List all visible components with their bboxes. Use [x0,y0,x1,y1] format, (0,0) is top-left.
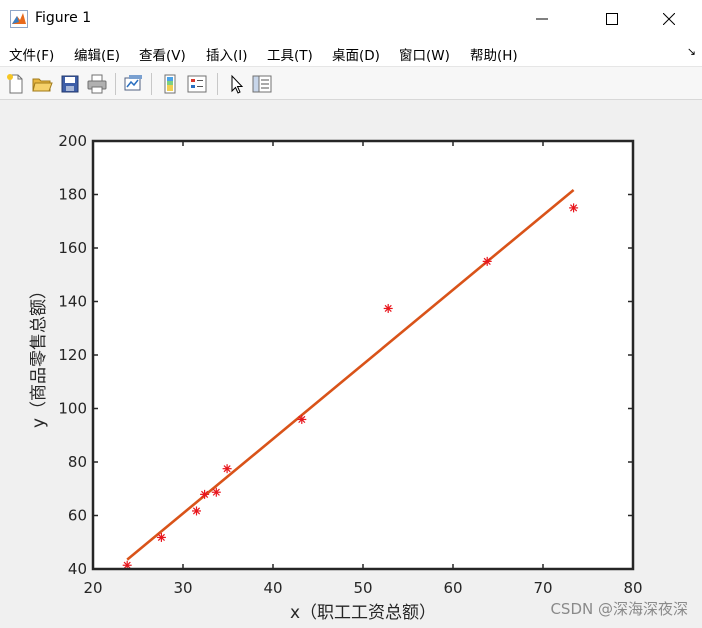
maximize-icon [606,13,618,25]
link-plot-icon[interactable] [122,73,144,95]
save-icon[interactable] [59,73,81,95]
minimize-icon [536,18,548,20]
y-tick-label: 40 [68,560,87,578]
close-button[interactable] [646,0,692,38]
title-bar: Figure 1 [0,0,702,38]
menu-window[interactable]: 窗口(W) [399,44,450,64]
menu-help[interactable]: 帮助(H) [470,44,518,64]
data-point [211,487,221,497]
watermark: CSDN @深海深夜深 [550,600,688,618]
toolbar-separator [151,73,152,95]
y-tick-label: 60 [68,507,87,525]
insert-legend-icon[interactable] [186,73,208,95]
menu-edit[interactable]: 编辑(E) [74,44,120,64]
x-tick-label: 80 [623,579,642,597]
menu-view[interactable]: 查看(V) [139,44,186,64]
dock-arrow-icon[interactable]: ↘ [687,45,696,58]
open-file-icon[interactable] [31,73,53,95]
maximize-button[interactable] [589,0,635,38]
insert-colorbar-icon[interactable] [159,73,181,95]
x-tick-label: 40 [263,579,282,597]
y-tick-label: 80 [68,453,87,471]
x-tick-label: 30 [173,579,192,597]
property-editor-icon[interactable] [251,73,273,95]
menu-insert[interactable]: 插入(I) [206,44,248,64]
figure-canvas: 20 30 40 50 60 70 80 40 60 80 100 120 140 160 180 200 x… [0,100,702,628]
y-tick-label: 160 [58,239,87,257]
toolbar-separator [115,73,116,95]
window-title: Figure 1 [35,10,92,26]
close-icon [663,13,675,25]
axes-background[interactable] [93,141,633,569]
new-figure-icon[interactable] [5,73,27,95]
data-point [297,414,307,424]
plot-svg: 20 30 40 50 60 70 80 40 60 80 100 120 140 160 180 200 x… [29,132,643,623]
figure-toolbar [0,66,702,100]
data-point [482,256,492,266]
menu-file[interactable]: 文件(F) [9,44,54,64]
matlab-icon [10,10,28,28]
pointer-icon[interactable] [225,73,247,95]
x-tick-label: 60 [443,579,462,597]
toolbar-separator [217,73,218,95]
x-tick-label: 70 [533,579,552,597]
x-axis-label: x（职工工资总额） [290,603,436,623]
y-tick-label: 200 [58,132,87,150]
minimize-button[interactable] [519,0,565,38]
menu-bar: 文件(F) 编辑(E) 查看(V) 插入(I) 工具(T) 桌面(D) 窗口(W… [0,38,702,66]
data-point [200,489,210,499]
menu-tools[interactable]: 工具(T) [267,44,313,64]
x-tick-label: 20 [83,579,102,597]
y-tick-label: 140 [58,293,87,311]
y-axis-label: y（商品零售总额） [29,282,49,428]
print-icon[interactable] [86,73,108,95]
y-tick-label: 100 [58,400,87,418]
data-point [222,464,232,474]
y-tick-label: 120 [58,346,87,364]
y-tick-label: 180 [58,186,87,204]
menu-desktop[interactable]: 桌面(D) [332,44,380,64]
x-tick-label: 50 [353,579,372,597]
